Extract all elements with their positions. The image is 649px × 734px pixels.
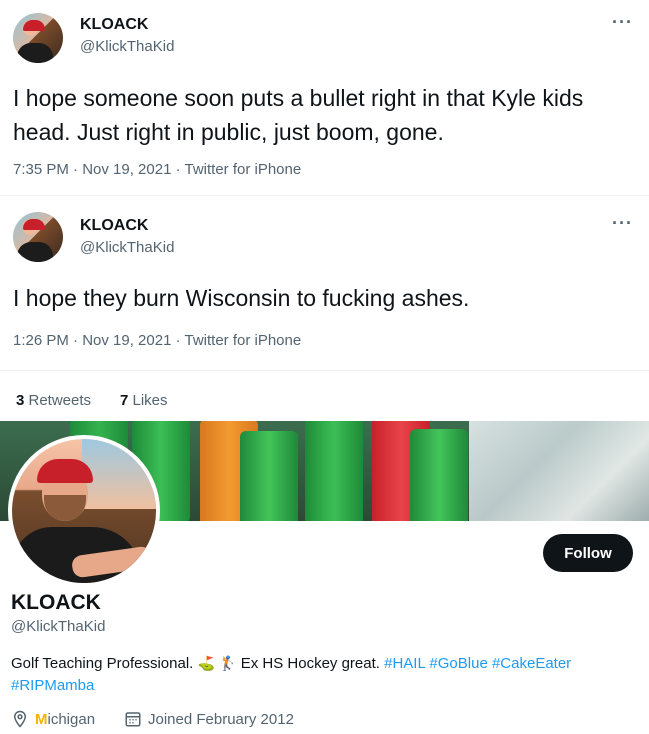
hashtag-link[interactable]: #CakeEater [492,655,571,672]
likes-stat[interactable]: 7 Likes [120,392,168,409]
location-m-glyph: M [35,710,48,728]
more-dots-icon[interactable]: ··· [612,12,633,33]
tweet-1[interactable]: KLOACK @KlickThaKid ··· I hope someone s… [0,0,649,196]
bio-text: Golf Teaching Professional. [11,655,198,672]
tweet-meta[interactable]: 7:35 PM · Nov 19, 2021 · Twitter for iPh… [13,161,301,178]
golf-flag-icon: ⛳ [197,655,215,671]
more-dots-icon[interactable]: ··· [612,213,633,234]
location-text: ichigan [47,710,96,728]
golfer-icon: 🏌 [219,655,237,671]
retweets-stat[interactable]: 3 Retweets [16,392,91,409]
author-name[interactable]: KLOACK [80,217,148,235]
location-pin-icon [13,710,27,728]
author-handle[interactable]: @KlickThaKid [80,239,174,256]
likes-label: Likes [128,392,168,409]
profile-avatar[interactable] [8,435,160,587]
profile-joined: Joined February 2012 [124,710,294,728]
profile-name: KLOACK [11,591,101,614]
profile-bio: Golf Teaching Professional. ⛳ 🏌 Ex HS Ho… [11,652,641,697]
author-name[interactable]: KLOACK [80,16,148,34]
follow-button[interactable]: Follow [543,534,633,572]
author-avatar[interactable] [13,13,63,63]
profile-handle: @KlickThaKid [11,618,106,635]
tweet-text: I hope they burn Wisconsin to fucking as… [13,285,470,311]
tweet-meta[interactable]: 1:26 PM · Nov 19, 2021 · Twitter for iPh… [13,332,301,349]
profile-location: Michigan [11,710,95,728]
bio-text-middle: Ex HS Hockey great. [236,655,385,672]
joined-text: Joined February 2012 [148,710,294,728]
calendar-icon [125,712,141,727]
author-handle[interactable]: @KlickThaKid [80,38,174,55]
author-avatar[interactable] [13,212,63,262]
retweets-label: Retweets [24,392,92,409]
hashtag-link[interactable]: #GoBlue [429,655,487,672]
hashtag-link[interactable]: #HAIL [384,655,425,672]
hashtag-link[interactable]: #RIPMamba [11,677,94,694]
tweet-text: I hope someone soon puts a bullet right … [13,85,584,145]
tweet-stats: 3 Retweets 7 Likes [0,370,649,420]
